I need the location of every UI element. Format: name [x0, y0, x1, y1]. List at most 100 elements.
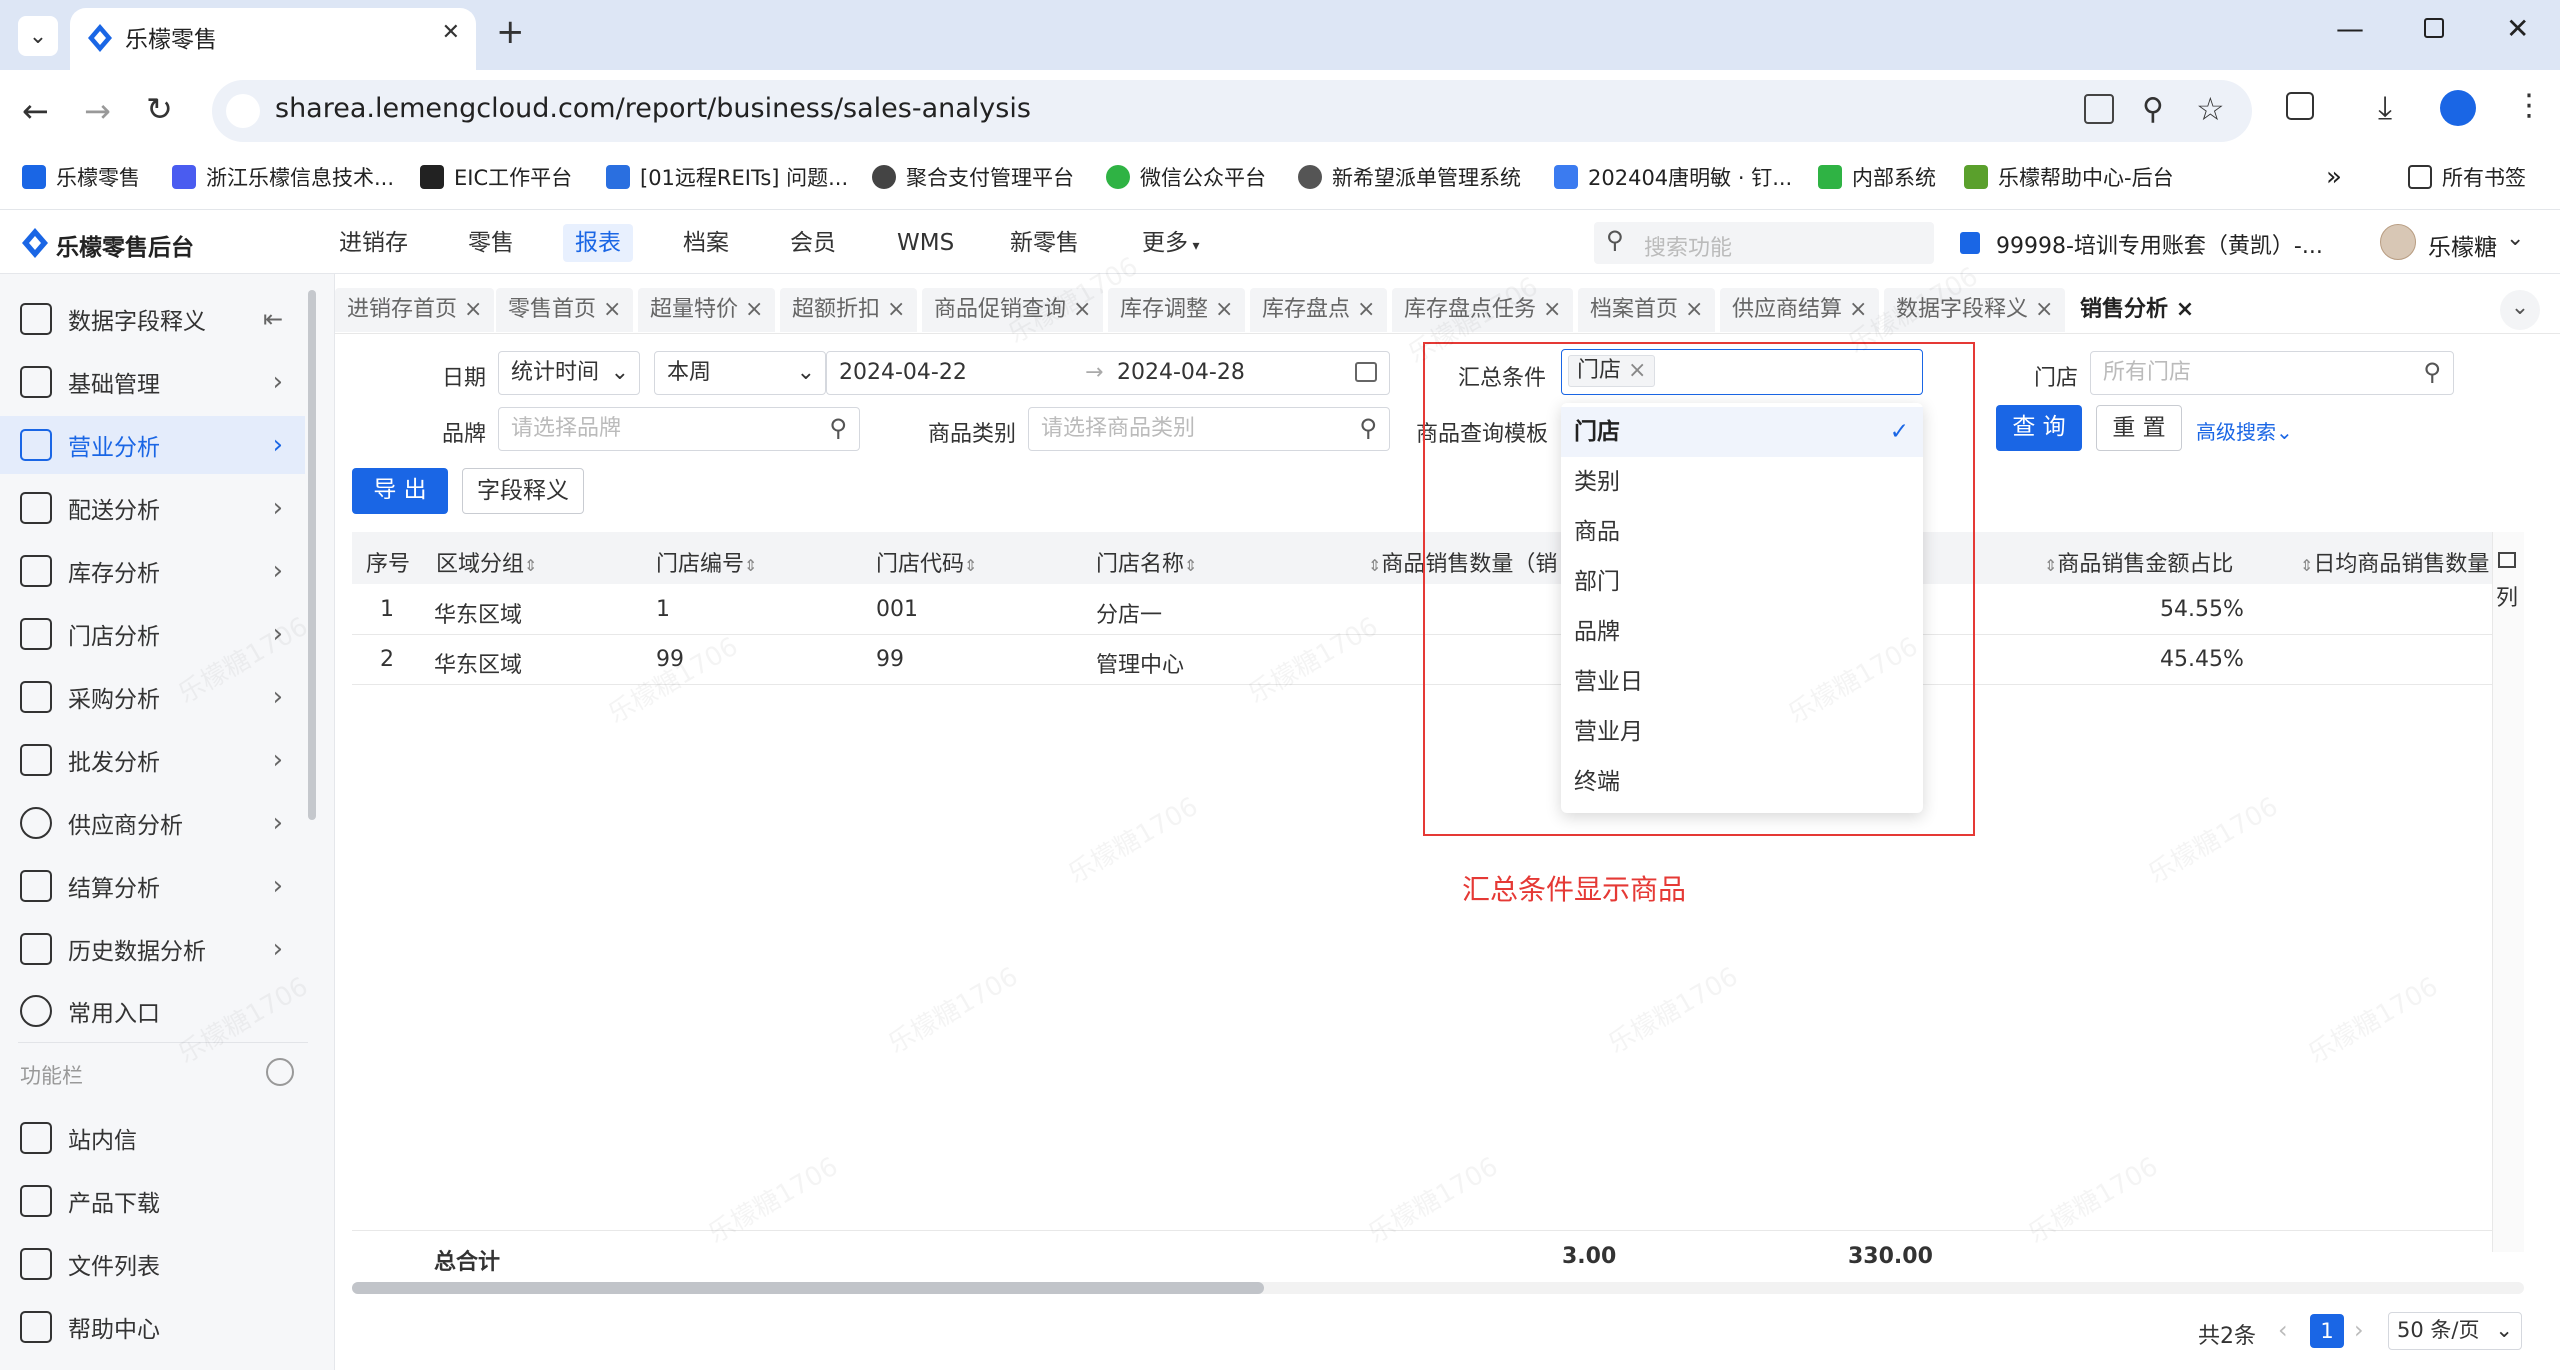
bookmark-item[interactable]: 202404唐明敏 · 钉... — [1554, 160, 1792, 194]
bookmark-item[interactable]: 乐檬帮助中心-后台 — [1964, 160, 2174, 194]
brand-input[interactable]: 请选择品牌 ⚲ — [498, 407, 860, 451]
download-icon[interactable]: ⤓ — [2378, 88, 2392, 127]
page-tab[interactable]: 数据字段释义 × — [1884, 288, 2066, 332]
bookmark-item[interactable]: 微信公众平台 — [1106, 160, 1266, 194]
back-icon[interactable]: ← — [22, 92, 49, 130]
page-tab[interactable]: 商品促销查询 × — [922, 288, 1104, 332]
sidebar-item-common-entry[interactable]: 常用入口 — [0, 982, 305, 1040]
sidebar-item-basic-management[interactable]: 基础管理 › — [0, 353, 305, 411]
translate-icon[interactable] — [2084, 94, 2114, 124]
field-definition-button[interactable]: 字段释义 — [462, 468, 584, 514]
sidebar-item-store-analysis[interactable]: 门店分析 › — [0, 605, 305, 663]
sidebar-item-download[interactable]: 产品下载 — [0, 1172, 305, 1230]
sidebar-item-purchase-analysis[interactable]: 采购分析 › — [0, 668, 305, 726]
profile-avatar[interactable] — [2440, 90, 2476, 126]
page-tab[interactable]: 库存调整 × — [1108, 288, 1246, 332]
column-header[interactable]: ⇕商品销售金额占比 — [2044, 546, 2233, 578]
store-input[interactable]: 所有门店 ⚲ — [2090, 351, 2454, 395]
close-icon[interactable]: × — [1215, 297, 1233, 322]
close-icon[interactable]: × — [1357, 297, 1375, 322]
sidebar-item-history-analysis[interactable]: 历史数据分析 › — [0, 920, 305, 978]
bookmark-star-icon[interactable]: ☆ — [2196, 90, 2225, 128]
column-header[interactable]: 门店代码⇕ — [876, 546, 977, 578]
sidebar-item-field-definition[interactable]: 数据字段释义 ⇤ — [0, 290, 305, 348]
page-size-select[interactable]: 50 条/页 ⌄ — [2388, 1312, 2522, 1350]
nav-more[interactable]: 更多 ▾ — [1130, 224, 1211, 262]
sidebar-scrollbar[interactable] — [308, 290, 316, 820]
date-picker[interactable]: 2024-04-22 → 2024-04-28 — [826, 351, 1390, 395]
export-button[interactable]: 导 出 — [352, 468, 448, 514]
column-header[interactable]: 门店名称⇕ — [1096, 546, 1197, 578]
user-name[interactable]: 乐檬糖 — [2428, 228, 2497, 262]
zoom-icon[interactable]: ⚲ — [2142, 92, 2164, 127]
category-input[interactable]: 请选择商品类别 ⚲ — [1028, 407, 1390, 451]
bookmark-item[interactable]: 内部系统 — [1818, 160, 1936, 194]
account-name[interactable]: 99998-培训专用账套（黄凯）-... — [1996, 228, 2323, 260]
close-icon[interactable]: × — [887, 297, 905, 322]
bookmark-item[interactable]: 浙江乐檬信息技术... — [172, 160, 394, 194]
column-settings-label[interactable]: 列 — [2496, 580, 2518, 612]
nav-retail[interactable]: 零售 — [456, 224, 526, 262]
sort-icon[interactable]: ⇕ — [1368, 556, 1381, 575]
sort-icon[interactable]: ⇕ — [2300, 556, 2313, 575]
user-chevron-down-icon[interactable]: ⌄ — [2506, 226, 2524, 251]
page-tab[interactable]: 库存盘点任务 × — [1392, 288, 1574, 332]
sidebar-item-file-list[interactable]: 文件列表 — [0, 1235, 305, 1293]
minimize-button[interactable]: — — [2336, 12, 2364, 45]
all-bookmarks[interactable]: 所有书签 — [2408, 160, 2526, 194]
close-icon[interactable]: × — [2176, 297, 2194, 322]
nav-new-retail[interactable]: 新零售 — [998, 224, 1091, 262]
tab-close-icon[interactable]: ✕ — [442, 20, 460, 45]
sidebar-item-help-center[interactable]: 帮助中心 — [0, 1298, 305, 1356]
bookmark-item[interactable]: 新希望派单管理系统 — [1298, 160, 1521, 194]
reload-icon[interactable]: ↻ — [146, 90, 173, 128]
tabs-dropdown-chevron-icon[interactable]: ⌄ — [2500, 290, 2540, 330]
browser-tab[interactable]: 乐檬零售 ✕ — [70, 8, 476, 70]
url-text[interactable]: sharea.lemengcloud.com/report/business/s… — [275, 93, 1031, 124]
close-icon[interactable]: × — [745, 297, 763, 322]
forward-icon[interactable]: → — [84, 92, 111, 130]
close-icon[interactable]: × — [1849, 297, 1867, 322]
page-tab[interactable]: 档案首页 × — [1578, 288, 1716, 332]
nav-jinxiaocun[interactable]: 进销存 — [327, 224, 420, 262]
page-tab[interactable]: 库存盘点 × — [1250, 288, 1388, 332]
window-close-button[interactable]: ✕ — [2506, 12, 2529, 45]
reset-button[interactable]: 重 置 — [2096, 405, 2182, 451]
extensions-icon[interactable] — [2286, 92, 2314, 120]
sidebar-item-wholesale-analysis[interactable]: 批发分析 › — [0, 731, 305, 789]
nav-archive[interactable]: 档案 — [671, 224, 741, 262]
page-number-current[interactable]: 1 — [2310, 1314, 2344, 1348]
sort-icon[interactable]: ⇕ — [524, 556, 537, 575]
column-settings-icon[interactable] — [2498, 552, 2516, 568]
query-button[interactable]: 查 询 — [1996, 405, 2082, 451]
sidebar-item-delivery-analysis[interactable]: 配送分析 › — [0, 479, 305, 537]
page-tab[interactable]: 供应商结算 × — [1720, 288, 1880, 332]
sidebar-item-business-analysis[interactable]: 营业分析 › — [0, 416, 305, 474]
sidebar-item-supplier-analysis[interactable]: 供应商分析 › — [0, 794, 305, 852]
restore-button[interactable] — [2424, 18, 2444, 38]
bookmark-item[interactable]: 乐檬零售 — [22, 160, 140, 194]
sidebar-item-inbox[interactable]: 站内信 — [0, 1109, 305, 1167]
bookmark-item[interactable]: 聚合支付管理平台 — [872, 160, 1074, 194]
sort-icon[interactable]: ⇕ — [2044, 556, 2057, 575]
tab-search-icon[interactable]: ⌄ — [18, 16, 58, 56]
nav-reports[interactable]: 报表 — [563, 224, 633, 262]
close-icon[interactable]: × — [464, 297, 482, 322]
date-range-select[interactable]: 本周 ⌄ — [654, 351, 826, 395]
sort-icon[interactable]: ⇕ — [1184, 556, 1197, 575]
sort-icon[interactable]: ⇕ — [744, 556, 757, 575]
column-header[interactable]: 门店编号⇕ — [656, 546, 757, 578]
column-header[interactable]: ⇕日均商品销售数量 — [2300, 546, 2489, 578]
headset-icon[interactable] — [266, 1058, 294, 1086]
column-header[interactable]: 区域分组⇕ — [436, 546, 537, 578]
bookmark-item[interactable]: EIC工作平台 — [420, 160, 572, 194]
sidebar-item-inventory-analysis[interactable]: 库存分析 › — [0, 542, 305, 600]
page-tab[interactable]: 零售首页 × — [496, 288, 634, 332]
function-search[interactable]: ⚲ 搜索功能 — [1594, 222, 1934, 264]
horizontal-scrollbar-thumb[interactable] — [352, 1282, 1264, 1294]
bookmark-item[interactable]: [01远程REITs] 问题... — [606, 160, 848, 194]
nav-member[interactable]: 会员 — [778, 224, 848, 262]
close-icon[interactable]: × — [2035, 297, 2053, 322]
menu-icon[interactable]: ⋮ — [2514, 88, 2544, 123]
page-tab[interactable]: 超量特价 × — [638, 288, 776, 332]
